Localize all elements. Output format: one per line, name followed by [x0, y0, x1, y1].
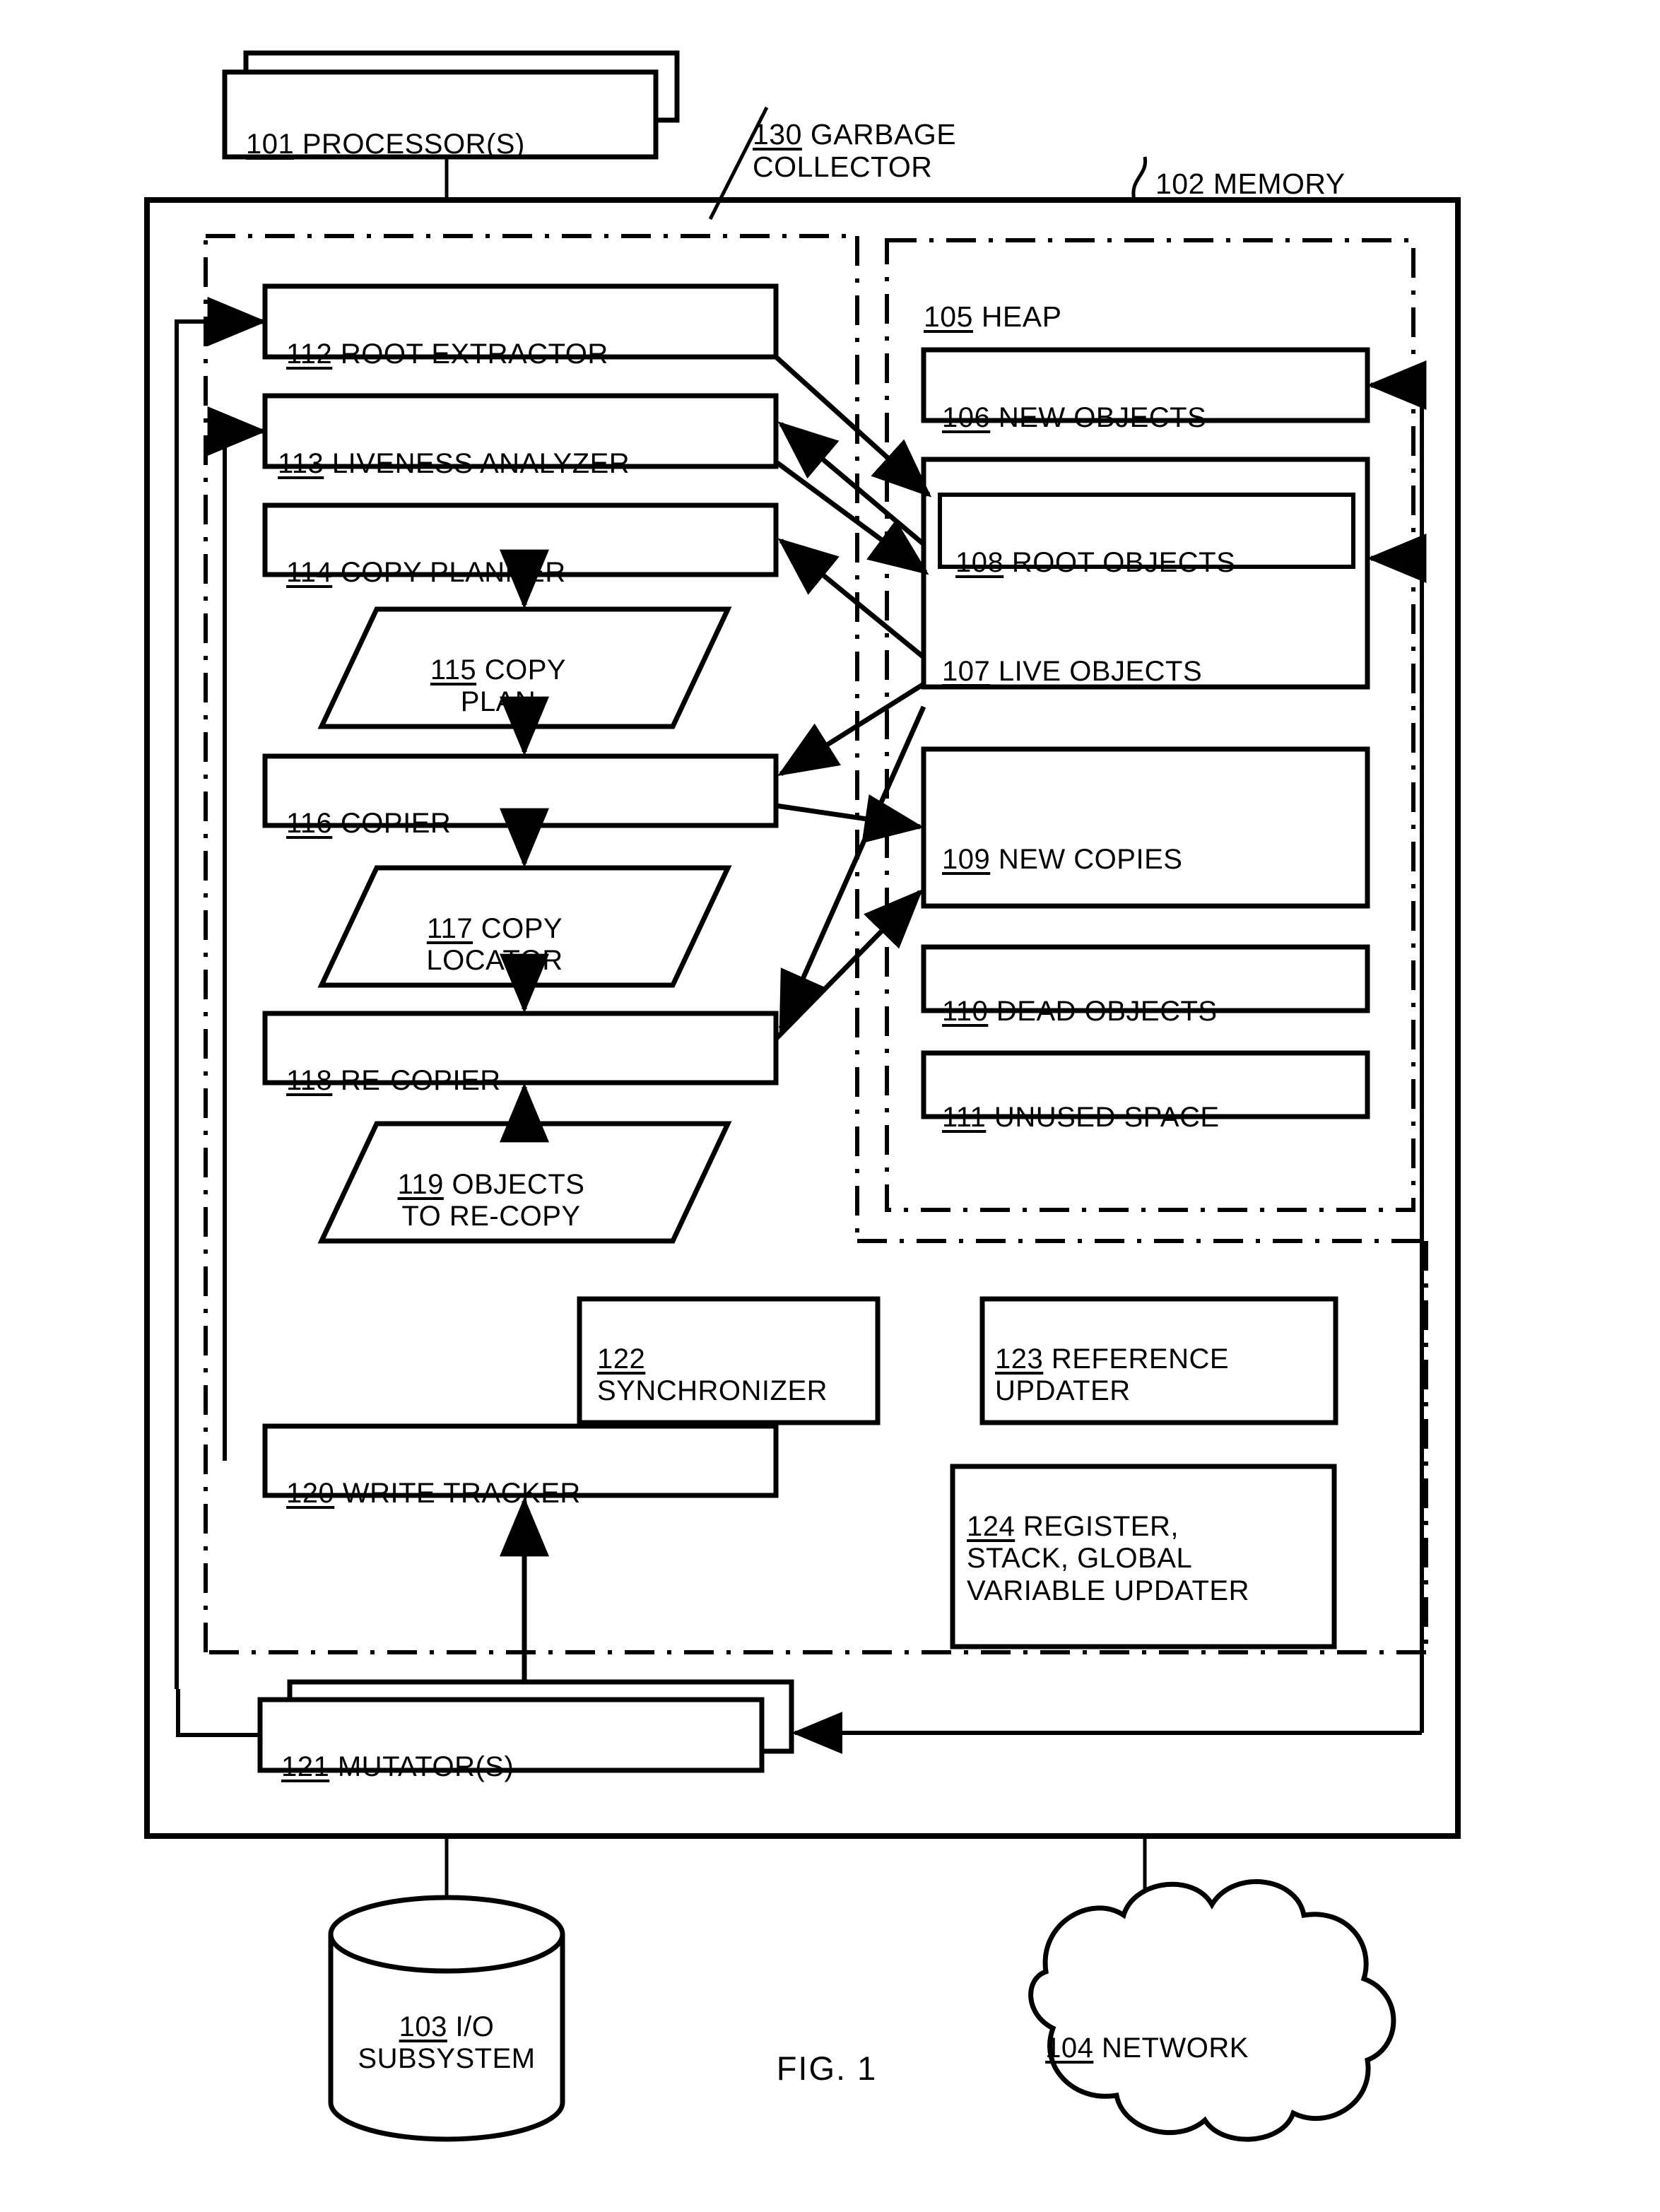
unused-space-ref: 111 — [942, 1101, 987, 1133]
memory-ref: 102 — [1155, 167, 1205, 200]
feedback-line-to-root-extractor — [175, 319, 246, 1689]
processor-label: PROCESSOR(S) — [294, 128, 525, 160]
mutators-text: 121 MUTATOR(S) — [281, 1719, 762, 1783]
copy-planner-label: COPY PLANNER — [332, 556, 566, 588]
bus-line-to-heap-regions — [1396, 383, 1424, 1696]
root-objects-label: ROOT OBJECTS — [1003, 546, 1236, 578]
heap-ref: 105 — [924, 300, 973, 333]
garbage-collector-ref: 130 — [753, 117, 802, 151]
live-objects-label: LIVE OBJECTS — [990, 655, 1203, 687]
copy-plan-label: COPY PLAN — [460, 654, 567, 718]
patent-figure-page: 130 GARBAGE COLLECTOR 102 MEMORY 105 HEA… — [0, 0, 1660, 2212]
dead-objects-label: DEAD OBJECTS — [988, 995, 1218, 1027]
live-objects-ref: 107 — [942, 655, 991, 687]
root-extractor-text: 112 ROOT EXTRACTOR — [286, 306, 781, 370]
objects-to-recopy-text: 119 OBJECTS TO RE-COPY — [307, 1136, 675, 1233]
synchronizer-label: SYNCHRONIZER — [597, 1375, 828, 1407]
new-objects-ref: 106 — [942, 401, 991, 433]
new-copies-text: 109 NEW COPIES — [942, 811, 1366, 876]
garbage-collector-title: 130 GARBAGE COLLECTOR — [753, 85, 1056, 184]
reference-updater-text: 123 REFERENCE UPDATER — [995, 1311, 1334, 1408]
liveness-analyzer-ref: 113 — [278, 447, 324, 479]
objects-to-recopy-ref: 119 — [397, 1168, 444, 1200]
register-stack-global-updater-ref: 124 — [967, 1510, 1016, 1542]
arrow-root-extractor-to-root-objects — [774, 355, 932, 498]
dead-objects-ref: 110 — [942, 995, 989, 1027]
root-extractor-label: ROOT EXTRACTOR — [332, 338, 608, 370]
new-objects-label: NEW OBJECTS — [990, 401, 1207, 433]
root-objects-ref: 108 — [955, 546, 1004, 578]
mutators-ref: 121 — [281, 1751, 330, 1782]
re-copier-text: 118 RE-COPIER — [286, 1033, 781, 1097]
arrow-live-objects-to-re-copier — [778, 705, 926, 1033]
re-copier-ref: 118 — [286, 1064, 333, 1096]
liveness-analyzer-label: LIVENESS ANALYZER — [324, 447, 630, 479]
unused-space-text: 111 UNUSED SPACE — [942, 1069, 1366, 1134]
dead-objects-text: 110 DEAD OBJECTS — [942, 963, 1366, 1028]
heap-label: HEAP — [972, 300, 1062, 333]
processor-text: 101 PROCESSOR(S) — [246, 96, 656, 160]
write-tracker-text: 120 WRITE TRACKER — [286, 1445, 781, 1510]
liveness-analyzer-text: 113 LIVENESS ANALYZER — [278, 416, 787, 480]
new-objects-text: 106 NEW OBJECTS — [942, 370, 1366, 434]
synchronizer-text: 122 SYNCHRONIZER — [597, 1311, 880, 1408]
memory-label: MEMORY — [1204, 167, 1346, 200]
io-subsystem-label: I/O SUBSYSTEM — [358, 2011, 536, 2075]
write-tracker-label: WRITE TRACKER — [334, 1477, 581, 1509]
io-subsystem-cylinder-top — [328, 1895, 565, 1974]
mutators-label: MUTATOR(S) — [329, 1751, 514, 1782]
register-stack-global-updater-text: 124 REGISTER, STACK, GLOBAL VARIABLE UPD… — [967, 1478, 1341, 1607]
copier-ref: 116 — [286, 807, 333, 839]
copy-plan-text: 115 COPY PLAN — [322, 622, 675, 719]
reference-updater-ref: 123 — [995, 1343, 1044, 1375]
write-tracker-ref: 120 — [286, 1477, 335, 1509]
figure-canvas — [144, 50, 1461, 2142]
mutators-left-return — [176, 1689, 260, 1737]
arrow-re-copier-to-new-copies — [774, 889, 923, 1041]
copy-planner-text: 114 COPY PLANNER — [286, 524, 781, 589]
figure-caption: FIG. 1 — [776, 2049, 878, 2087]
unused-space-label: UNUSED SPACE — [986, 1101, 1220, 1133]
copy-planner-ref: 114 — [286, 556, 333, 588]
network-text: 104 NETWORK — [1009, 2000, 1285, 2064]
re-copier-label: RE-COPIER — [332, 1064, 501, 1096]
memory-leader — [1131, 156, 1148, 201]
arrow-copier-to-new-copies — [775, 794, 924, 844]
new-copies-ref: 109 — [942, 843, 991, 875]
root-extractor-ref: 112 — [286, 338, 333, 370]
memory-title: 102 MEMORY — [1155, 134, 1459, 200]
copy-plan-ref: 115 — [430, 654, 477, 686]
processor-ref: 101 — [246, 128, 295, 160]
network-ref: 104 — [1045, 2032, 1094, 2064]
heap-title: 105 HEAP — [924, 267, 1228, 333]
io-subsystem-ref: 103 — [399, 2011, 447, 2042]
copy-locator-ref: 117 — [426, 912, 473, 944]
copy-locator-text: 117 COPY LOCATOR — [318, 881, 671, 977]
synchronizer-ref: 122 — [597, 1343, 646, 1375]
root-objects-text: 108 ROOT OBJECTS — [955, 514, 1365, 579]
feedback-line-to-liveness-analyzer — [223, 429, 246, 1461]
network-label: NETWORK — [1093, 2032, 1249, 2064]
copier-label: COPIER — [332, 807, 452, 839]
copier-text: 116 COPIER — [286, 775, 781, 840]
live-objects-text: 107 LIVE OBJECTS — [942, 623, 1366, 688]
new-copies-label: NEW COPIES — [990, 843, 1183, 875]
io-subsystem-text: 103 I/O SUBSYSTEM — [319, 1979, 574, 2076]
